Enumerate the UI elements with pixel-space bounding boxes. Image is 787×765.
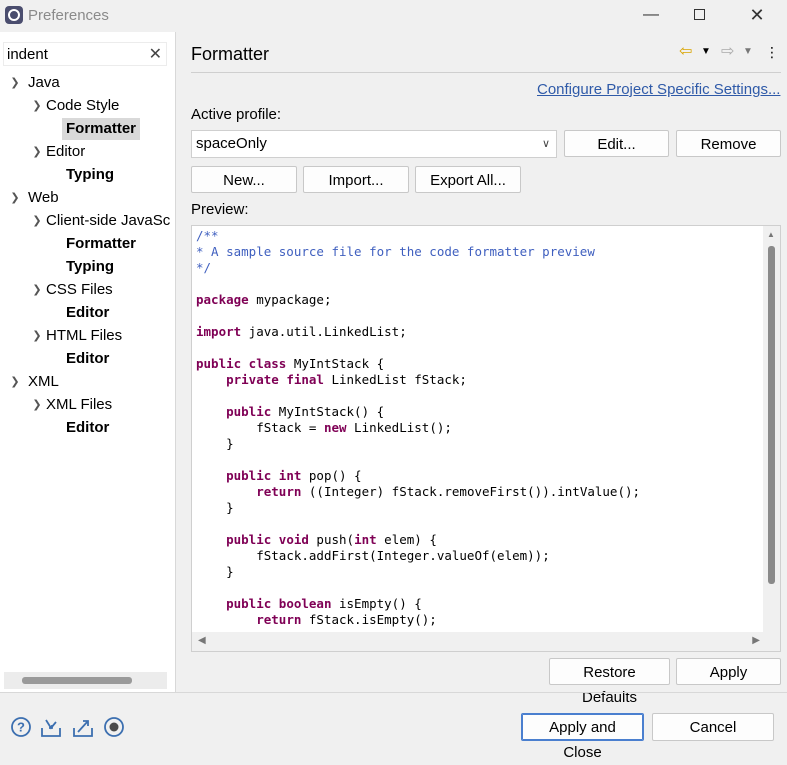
chevron-down-icon[interactable]: ❯	[30, 141, 44, 163]
new-profile-button[interactable]: New...	[191, 166, 297, 193]
forward-arrow-icon[interactable]: ⇨	[721, 42, 734, 62]
tree-item-label: CSS Files	[46, 281, 113, 298]
code-preview-text: /** * A sample source file for the code …	[196, 228, 641, 627]
configure-project-settings-link[interactable]: Configure Project Specific Settings...	[537, 81, 780, 98]
formatter-page: Formatter ⇦ ▼ ⇨ ▼ ⋮ Configure Project Sp…	[177, 32, 787, 706]
active-profile-label: Active profile:	[191, 106, 282, 123]
tree-item-label: Java	[28, 74, 60, 91]
tree-item-client-typing[interactable]: Typing	[62, 256, 118, 278]
preview-vertical-scrollbar[interactable]: ▲	[763, 226, 780, 634]
window-title: Preferences	[28, 7, 109, 24]
scroll-up-icon[interactable]: ▲	[767, 230, 775, 239]
title-bar: Preferences — ✕	[0, 0, 787, 32]
scroll-left-icon[interactable]: ◀	[198, 635, 206, 646]
history-navigation: ⇦ ▼ ⇨ ▼ ⋮	[677, 42, 787, 64]
tree-item-css-editor[interactable]: Editor	[62, 302, 113, 324]
apply-button[interactable]: Apply	[676, 658, 781, 685]
import-profile-button[interactable]: Import...	[303, 166, 409, 193]
scroll-right-icon[interactable]: ▶	[752, 635, 760, 646]
remove-profile-button[interactable]: Remove	[676, 130, 781, 157]
tree-item-java-typing[interactable]: Typing	[62, 164, 118, 186]
active-profile-value: spaceOnly	[196, 135, 267, 152]
apply-and-close-button[interactable]: Apply and Close	[521, 713, 644, 761]
tree-item-client-formatter[interactable]: Formatter	[62, 233, 140, 255]
import-preferences-icon[interactable]	[40, 716, 62, 738]
maximize-icon	[693, 9, 705, 21]
chevron-down-icon[interactable]: ❯	[8, 187, 22, 209]
active-profile-select[interactable]: spaceOnly ∨	[191, 130, 557, 158]
chevron-down-icon[interactable]: ❯	[30, 394, 44, 416]
tree-item-java-formatter[interactable]: Formatter	[62, 118, 141, 140]
tree-item-label: Editor	[46, 143, 86, 160]
tree-item-label: XML Files	[46, 396, 113, 413]
tree-item-label: Code Style	[46, 97, 120, 114]
chevron-down-icon[interactable]: ❯	[30, 325, 44, 347]
preferences-tree-pane: ✕ ❯ Java ❯ Code Style Formatter ❯ Editor…	[0, 32, 176, 692]
edit-profile-button[interactable]: Edit...	[564, 130, 669, 157]
restore-defaults-button[interactable]: Restore Defaults	[549, 658, 670, 706]
title-divider	[191, 72, 781, 73]
view-menu-icon[interactable]: ⋮	[765, 42, 779, 62]
close-window-button[interactable]: ✕	[734, 0, 780, 30]
tree-item-html-editor[interactable]: Editor	[62, 348, 113, 370]
chevron-down-icon[interactable]: ❯	[8, 371, 22, 393]
forward-menu-chevron-icon[interactable]: ▼	[743, 42, 753, 62]
tree-item-label: Web	[28, 189, 59, 206]
back-arrow-icon[interactable]: ⇦	[679, 42, 692, 62]
help-icon[interactable]: ?	[10, 716, 32, 738]
page-title: Formatter	[191, 44, 270, 64]
export-all-button[interactable]: Export All...	[415, 166, 521, 193]
filter-box: ✕	[3, 42, 167, 66]
svg-text:?: ?	[17, 720, 25, 735]
export-preferences-icon[interactable]	[72, 716, 94, 738]
preview-horizontal-scrollbar[interactable]: ◀ ▶	[192, 632, 780, 651]
tree-scrollbar-thumb[interactable]	[22, 677, 132, 684]
chevron-down-icon[interactable]: ❯	[8, 72, 22, 94]
back-menu-chevron-icon[interactable]: ▼	[701, 42, 711, 62]
preview-label: Preview:	[191, 201, 249, 218]
tree-item-label: Client-side JavaSc	[46, 212, 171, 229]
cancel-button[interactable]: Cancel	[652, 713, 774, 741]
footer-divider	[0, 692, 787, 693]
filter-input[interactable]	[4, 43, 142, 65]
minimize-button[interactable]: —	[628, 0, 674, 30]
record-preferences-icon[interactable]	[103, 716, 125, 738]
tree-item-label: XML	[28, 373, 59, 390]
clear-filter-icon[interactable]: ✕	[149, 44, 162, 64]
chevron-down-icon[interactable]: ❯	[30, 95, 44, 117]
chevron-down-icon[interactable]: ❯	[30, 210, 44, 232]
code-preview[interactable]: /** * A sample source file for the code …	[191, 225, 781, 652]
tree-item-label: HTML Files	[46, 327, 123, 344]
chevron-down-icon[interactable]: ❯	[30, 279, 44, 301]
eclipse-app-icon	[5, 6, 23, 24]
chevron-down-icon[interactable]: ∨	[542, 131, 550, 157]
tree-item-xml-editor[interactable]: Editor	[62, 417, 113, 439]
preview-scrollbar-thumb[interactable]	[768, 246, 775, 584]
maximize-button[interactable]	[676, 0, 722, 30]
